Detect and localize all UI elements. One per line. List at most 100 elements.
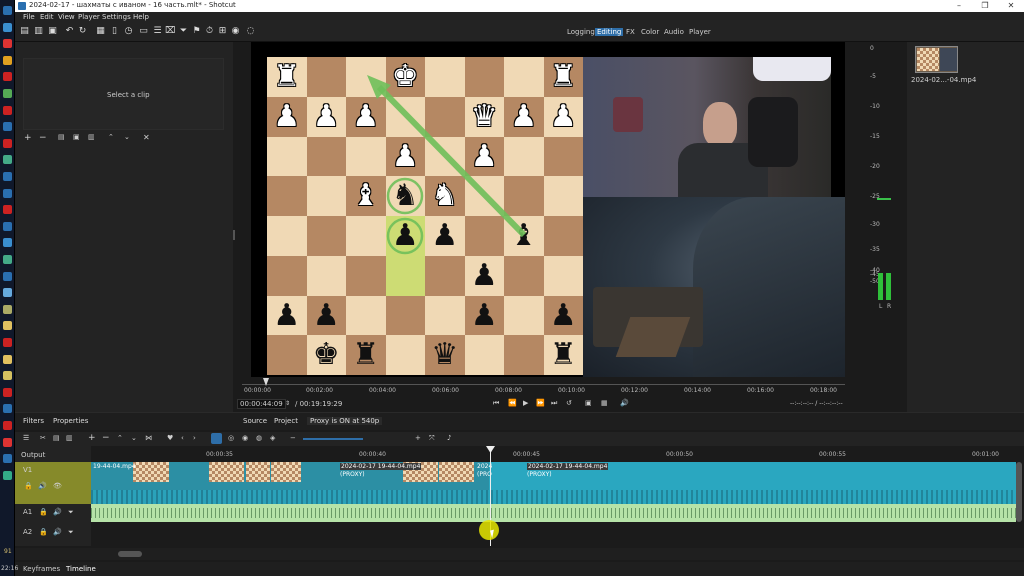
scrub-icon[interactable]: ◎ [228, 434, 234, 442]
zoom-slider[interactable] [303, 438, 363, 440]
tab-properties[interactable]: Properties [53, 417, 88, 425]
taskbar-app-icon[interactable] [3, 404, 12, 414]
taskbar-app-icon[interactable] [3, 6, 12, 15]
taskbar-app-icon[interactable] [3, 454, 12, 464]
video-track-v1[interactable]: 19-44-04.mp4 2024-02-17 19-44-04.mp4 (PR… [91, 462, 1016, 504]
taskbar-app-icon[interactable] [3, 271, 12, 281]
markers-icon[interactable]: ⚑ [192, 27, 201, 36]
splitter-handle[interactable] [233, 230, 235, 240]
filter-icon[interactable]: ⏷ [68, 528, 74, 537]
add-filter-icon[interactable]: + [24, 133, 32, 143]
recent-icon[interactable]: ◷ [124, 27, 133, 36]
lock-icon[interactable]: 🔒 [39, 508, 48, 516]
marker-icon[interactable]: ♥ [167, 434, 173, 442]
taskbar-app-icon[interactable] [3, 421, 12, 430]
prev-marker-icon[interactable]: ‹ [181, 434, 184, 442]
split-icon[interactable]: ⋈ [145, 434, 152, 442]
skip-next-icon[interactable]: ⏭ [551, 399, 557, 408]
loop-icon[interactable]: ↺ [566, 399, 572, 407]
mute-icon[interactable]: 🔊 [53, 508, 62, 516]
taskbar-app-icon[interactable] [3, 172, 12, 181]
menu-help[interactable]: Help [133, 13, 149, 21]
move-down-icon[interactable]: ⌄ [124, 133, 130, 141]
tab-audio[interactable]: Audio [662, 28, 686, 36]
taskbar-app-icon[interactable] [3, 437, 12, 447]
open-other-icon[interactable]: ▥ [34, 27, 43, 36]
playlist-item-name[interactable]: 2024-02...-04.mp4 [911, 76, 976, 84]
menu-edit[interactable]: Edit [40, 13, 54, 21]
remove-icon[interactable]: − [102, 433, 110, 443]
taskbar-app-icon[interactable] [3, 39, 12, 49]
tab-filters[interactable]: Filters [23, 417, 44, 425]
paste-filter-icon[interactable]: ▣ [73, 133, 80, 141]
taskbar-app-icon[interactable] [3, 338, 12, 347]
proxy-status[interactable]: Proxy is ON at 540p [307, 417, 383, 425]
snap-icon[interactable] [211, 433, 222, 444]
taskbar-app-icon[interactable] [3, 221, 12, 231]
record-audio-icon[interactable]: ♪ [447, 434, 451, 442]
taskbar-app-icon[interactable] [3, 55, 12, 65]
filters-icon[interactable]: ⏷ [179, 27, 188, 36]
tab-editing[interactable]: Editing [595, 28, 624, 36]
taskbar-app-icon[interactable] [3, 72, 12, 82]
audio-track-a2[interactable] [91, 522, 1016, 542]
keyframes-icon[interactable]: ⏱ [205, 27, 214, 36]
playlist-icon[interactable]: ☰ [153, 27, 162, 36]
taskbar-app-icon[interactable] [3, 205, 12, 215]
taskbar-app-icon[interactable] [3, 138, 12, 148]
tab-player[interactable]: Player [687, 28, 713, 36]
ripple-icon[interactable]: ◉ [242, 434, 248, 442]
taskbar-app-icon[interactable] [3, 155, 12, 165]
paste-icon[interactable]: ▥ [66, 434, 73, 442]
taskbar-app-icon[interactable] [3, 188, 12, 198]
menu-file[interactable]: File [23, 13, 35, 21]
current-timecode[interactable]: 00:00:44:09 [237, 399, 286, 409]
ripple-markers-icon[interactable]: ◈ [270, 434, 275, 442]
tab-timeline[interactable]: Timeline [66, 565, 96, 573]
hide-icon[interactable]: 👁 [53, 482, 62, 490]
lift-icon[interactable]: ⌃ [117, 434, 123, 442]
taskbar-app-icon[interactable] [3, 122, 12, 132]
taskbar-app-icon[interactable] [3, 255, 12, 264]
taskbar-app-icon[interactable] [3, 105, 12, 115]
timecode-spinner[interactable]: ⇕ [285, 400, 290, 407]
lock-icon[interactable]: 🔒 [24, 482, 33, 490]
menu-view[interactable]: View [58, 13, 75, 21]
copy-icon[interactable]: ▤ [53, 434, 60, 442]
append-icon[interactable]: + [88, 433, 96, 443]
mute-icon[interactable]: 🔊 [53, 528, 62, 536]
copy-filter-icon[interactable]: ▤ [58, 133, 65, 141]
audio-track-a1[interactable] [91, 504, 1016, 522]
deselect-icon[interactable]: ✕ [143, 133, 150, 142]
tab-fx[interactable]: FX [624, 28, 637, 36]
volume-icon[interactable]: 🔊 [620, 399, 629, 407]
taskbar-app-icon[interactable] [3, 89, 12, 98]
taskbar-app-icon[interactable] [3, 371, 12, 381]
track-head-v1[interactable]: V1 🔒 🔊 👁 [15, 462, 91, 504]
taskbar-app-icon[interactable] [3, 321, 12, 331]
skip-previous-icon[interactable]: ⏮ [493, 399, 499, 408]
zoom-out-icon[interactable]: − [290, 434, 296, 442]
menu-settings[interactable]: Settings [102, 13, 131, 21]
tab-keyframes[interactable]: Keyframes [23, 565, 60, 573]
peak-meter-icon[interactable]: ▦ [96, 27, 105, 36]
track-head-a2[interactable]: A2 🔒 🔊 ⏷ [15, 522, 91, 542]
tab-project[interactable]: Project [274, 417, 298, 425]
play-icon[interactable]: ▶ [523, 399, 528, 407]
notes-icon[interactable]: ▭ [139, 27, 148, 36]
remove-filter-icon[interactable]: − [39, 133, 47, 143]
properties-icon[interactable]: ▯ [110, 27, 119, 36]
fast-forward-icon[interactable]: ⏩ [536, 399, 545, 407]
zoom-icon[interactable]: ▣ [585, 399, 592, 407]
rewind-icon[interactable]: ⏪ [508, 399, 517, 407]
history-icon[interactable]: ⌧ [165, 27, 175, 36]
open-file-icon[interactable]: ▤ [20, 27, 29, 36]
timeline-ruler[interactable]: 00:00:35 00:00:40 00:00:45 00:00:50 00:0… [91, 446, 1024, 462]
encode-icon[interactable]: ◉ [231, 27, 240, 36]
close-button[interactable]: ✕ [998, 0, 1024, 12]
tab-logging[interactable]: Logging [565, 28, 597, 36]
menu-player[interactable]: Player [78, 13, 100, 21]
taskbar-app-icon[interactable] [3, 238, 12, 248]
next-marker-icon[interactable]: › [193, 434, 196, 442]
move-up-icon[interactable]: ⌃ [108, 133, 114, 141]
